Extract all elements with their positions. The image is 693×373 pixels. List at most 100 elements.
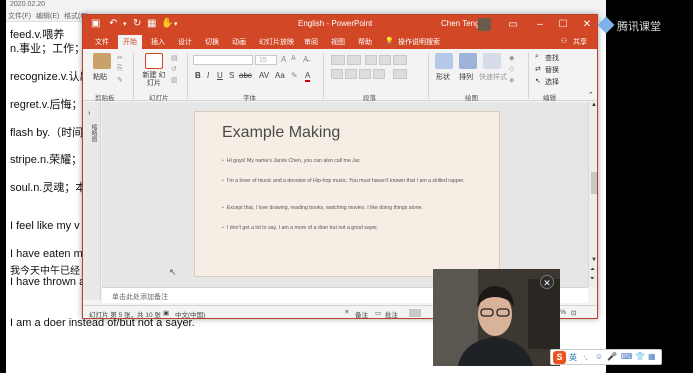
expand-pane-icon[interactable]: › xyxy=(88,110,90,117)
save-icon[interactable]: ▣ xyxy=(91,18,100,29)
shape-fill-icon[interactable]: ◆ xyxy=(509,54,514,62)
vertical-scrollbar[interactable]: ▲ ▼ ⏶ ⏷ xyxy=(588,102,597,287)
edit-menu[interactable]: 编辑(E) xyxy=(36,11,59,21)
comments-icon[interactable]: ▭ xyxy=(375,309,381,317)
replace-button[interactable]: 替换 xyxy=(545,65,559,75)
undo-icon[interactable]: ↶ xyxy=(109,18,117,29)
layout-icon[interactable]: ▤ xyxy=(171,54,178,62)
language-indicator[interactable]: 中文(中国) xyxy=(175,309,205,318)
quick-styles-icon[interactable] xyxy=(483,53,501,69)
keyboard-icon[interactable]: ⌨ xyxy=(621,352,633,361)
find-icon[interactable]: ⌕ xyxy=(535,53,539,61)
spelling-icon[interactable]: ▣ xyxy=(163,309,169,317)
scroll-thumb[interactable] xyxy=(591,172,597,194)
slide-title[interactable]: Example Making xyxy=(222,124,340,142)
clear-format-icon[interactable]: A̶ xyxy=(303,55,308,64)
decrease-indent-icon[interactable] xyxy=(365,55,377,65)
new-slide-button[interactable]: 新建 幻灯片 xyxy=(141,72,167,88)
customize-toolbar-icon[interactable]: ▾ xyxy=(174,20,178,28)
tab-insert[interactable]: 插入 xyxy=(151,37,165,47)
close-icon[interactable]: ✕ xyxy=(577,17,597,33)
punctuation-icon[interactable]: ·, xyxy=(583,352,588,361)
bullets-icon[interactable] xyxy=(331,55,345,65)
tell-me-search[interactable]: 操作说明搜索 xyxy=(398,37,440,47)
user-avatar[interactable] xyxy=(478,18,491,31)
bold-icon[interactable]: B xyxy=(195,71,201,80)
shapes-icon[interactable] xyxy=(435,53,453,69)
align-center-icon[interactable] xyxy=(345,69,357,79)
increase-indent-icon[interactable] xyxy=(379,55,391,65)
align-text-icon[interactable] xyxy=(393,69,407,79)
scroll-down-icon[interactable]: ▼ xyxy=(591,257,597,263)
shapes-button[interactable]: 形状 xyxy=(436,72,450,82)
align-right-icon[interactable] xyxy=(359,69,371,79)
font-size-box[interactable]: 15 xyxy=(255,55,277,65)
select-button[interactable]: 选择 xyxy=(545,77,559,87)
underline-icon[interactable]: U xyxy=(217,71,223,80)
undo-dropdown-icon[interactable]: ▾ xyxy=(123,20,127,28)
fit-to-window-icon[interactable]: ⊡ xyxy=(571,309,576,317)
previous-slide-icon[interactable]: ⏶ xyxy=(590,267,595,274)
format-painter-icon[interactable]: ✎ xyxy=(117,76,123,84)
cut-icon[interactable]: ✂ xyxy=(117,54,123,62)
tab-review[interactable]: 审阅 xyxy=(304,37,318,47)
slide-bullet[interactable]: • Hi guys! My name’s Jarvis Chen, you can… xyxy=(222,158,492,165)
shape-outline-icon[interactable]: ◇ xyxy=(509,65,514,73)
tab-design[interactable]: 设计 xyxy=(178,37,192,47)
reset-icon[interactable]: ↺ xyxy=(171,65,177,73)
share-icon[interactable]: ⚇ xyxy=(561,37,567,45)
tab-animations[interactable]: 动画 xyxy=(232,37,246,47)
ime-toolbar[interactable]: S 英 ·, ☺ 🎤 ⌨ 👕 ▦ xyxy=(550,349,662,365)
microphone-icon[interactable]: 🎤 xyxy=(607,352,617,361)
strikethrough-icon[interactable]: abc xyxy=(239,71,252,80)
tab-help[interactable]: 帮助 xyxy=(358,37,372,47)
touch-mode-icon[interactable]: ✋ xyxy=(161,18,173,29)
text-direction-icon[interactable] xyxy=(393,55,407,65)
slide-canvas[interactable]: Example Making • Hi guys! My name’s Jarvi… xyxy=(194,111,500,277)
notes-toggle[interactable]: 备注 xyxy=(355,309,368,318)
increase-font-icon[interactable]: A xyxy=(281,55,286,64)
minimize-icon[interactable]: – xyxy=(530,17,550,33)
copy-icon[interactable]: ⎘ xyxy=(117,65,123,73)
collapse-ribbon-icon[interactable]: ⌃ xyxy=(588,91,594,99)
new-slide-icon[interactable] xyxy=(145,53,163,69)
paste-icon[interactable] xyxy=(93,53,111,69)
tab-slideshow[interactable]: 幻灯片放映 xyxy=(259,37,294,47)
slide-bullet[interactable]: • Except that, I love drawing, reading bo… xyxy=(222,205,492,212)
justify-icon[interactable] xyxy=(373,69,385,79)
highlight-color-icon[interactable]: ✎ xyxy=(291,71,298,80)
sogou-ime-logo[interactable]: S xyxy=(553,351,566,364)
webcam-overlay[interactable]: ✕ xyxy=(433,269,560,366)
numbering-icon[interactable] xyxy=(347,55,361,65)
emoji-icon[interactable]: ☺ xyxy=(595,352,603,361)
file-menu[interactable]: 文件(F) xyxy=(8,11,31,21)
quick-styles-button[interactable]: 快速样式 xyxy=(479,72,507,82)
tab-home[interactable]: 开始 xyxy=(118,35,142,49)
share-button[interactable]: 共享 xyxy=(573,37,587,47)
paste-button[interactable]: 粘贴 xyxy=(93,72,107,82)
ribbon-display-options-icon[interactable]: ▭ xyxy=(503,17,523,33)
slide-bullet[interactable]: • I don’t get a lot to say, I am a more o… xyxy=(222,225,492,232)
redo-icon[interactable]: ↻ xyxy=(133,18,141,29)
tab-view[interactable]: 视图 xyxy=(331,37,345,47)
shape-effects-icon[interactable]: ◈ xyxy=(509,76,514,84)
section-icon[interactable]: ▥ xyxy=(171,76,178,84)
font-color-icon[interactable]: A xyxy=(305,71,311,82)
change-case-icon[interactable]: Aa xyxy=(275,71,285,80)
arrange-icon[interactable] xyxy=(459,53,477,69)
toolbox-icon[interactable]: ▦ xyxy=(648,352,656,361)
maximize-icon[interactable]: ☐ xyxy=(553,17,573,33)
italic-icon[interactable]: I xyxy=(207,71,209,80)
shadow-icon[interactable]: S xyxy=(229,71,234,80)
tab-transitions[interactable]: 切换 xyxy=(205,37,219,47)
decrease-font-icon[interactable]: A xyxy=(291,55,296,62)
thumbnail-pane-collapsed[interactable]: › 缩略图 xyxy=(83,102,101,300)
scroll-up-icon[interactable]: ▲ xyxy=(591,102,597,108)
font-name-box[interactable] xyxy=(193,55,253,65)
find-button[interactable]: 查找 xyxy=(545,53,559,63)
char-spacing-icon[interactable]: AV xyxy=(259,71,269,80)
notes-icon[interactable]: ≡ xyxy=(345,309,349,316)
start-from-beginning-icon[interactable]: ▦ xyxy=(147,18,156,29)
arrange-button[interactable]: 排列 xyxy=(459,72,473,82)
skin-icon[interactable]: 👕 xyxy=(635,352,645,361)
